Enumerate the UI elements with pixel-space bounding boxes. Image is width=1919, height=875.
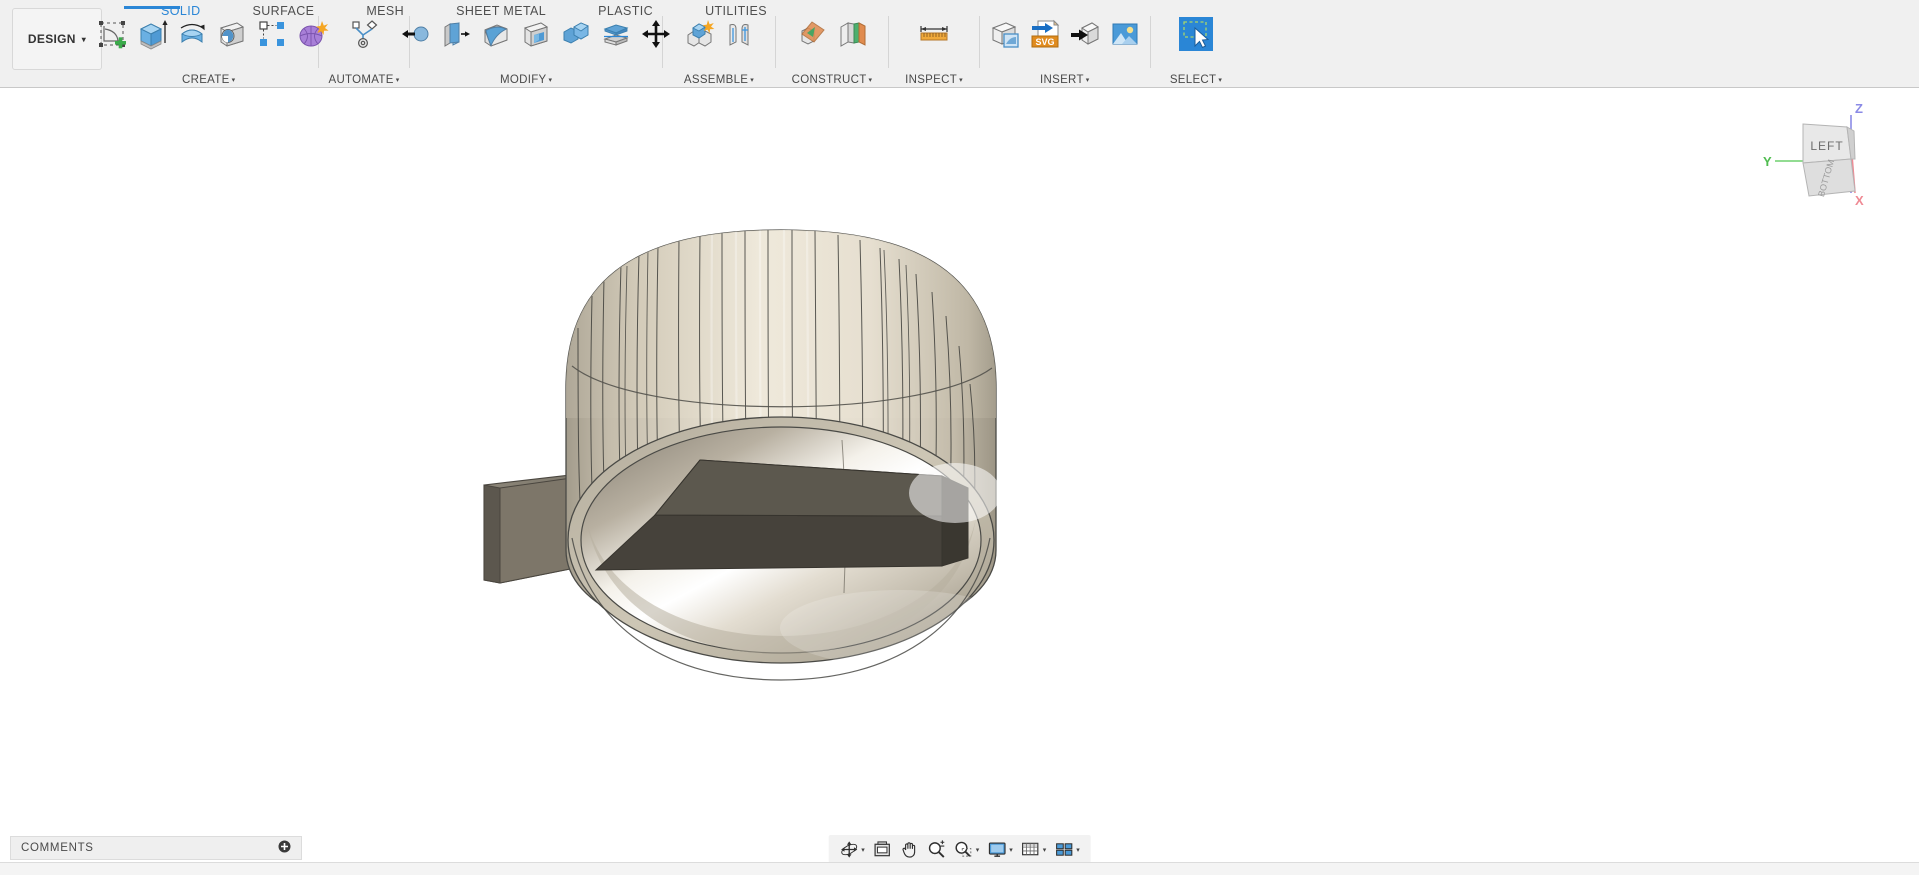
workspace-switcher-label: DESIGN — [27, 32, 76, 46]
axis-label-z: Z — [1855, 101, 1863, 116]
chevron-down-icon: ▾ — [81, 34, 87, 44]
panel-divider — [1150, 16, 1151, 68]
rectangular-pattern-icon[interactable] — [253, 14, 291, 54]
panel-modify: MODIFY ▾ — [402, 14, 670, 86]
display-settings-button[interactable]: ▾ — [984, 837, 1016, 861]
joint-icon[interactable] — [720, 14, 758, 54]
display-settings-icon — [988, 841, 1006, 857]
shell-icon[interactable] — [517, 14, 555, 54]
zoom-button[interactable] — [924, 837, 949, 861]
panel-insert: SVG INSERT ▾ — [986, 14, 1144, 86]
model-dome-shading — [566, 230, 996, 418]
axis-label-x: X — [1855, 193, 1864, 208]
press-pull-icon[interactable] — [397, 14, 435, 54]
fit-icon — [955, 841, 972, 857]
viewports-button[interactable]: ▾ — [1051, 837, 1083, 861]
viewport-canvas[interactable]: Z Y X LEFT BOTTOM — [0, 88, 1919, 850]
fillet-icon[interactable] — [477, 14, 515, 54]
chevron-down-icon: ▾ — [959, 77, 963, 84]
grid-snaps-button[interactable]: ▾ — [1018, 837, 1050, 861]
zoom-icon — [928, 839, 945, 858]
grid-snaps-icon — [1022, 842, 1039, 855]
panel-divider — [775, 16, 776, 68]
chevron-down-icon[interactable]: ▾ — [861, 846, 865, 854]
create-sketch-icon[interactable] — [93, 14, 131, 54]
insert-svg-icon[interactable]: SVG — [1026, 14, 1064, 54]
view-cube[interactable]: Z Y X LEFT BOTTOM — [1751, 93, 1891, 213]
panel-create: CREATE ▾ — [99, 6, 329, 86]
model-specular-highlight — [909, 463, 1001, 523]
measure-icon[interactable] — [915, 14, 953, 54]
chevron-down-icon: ▾ — [868, 77, 873, 84]
panel-inspect: INSPECT ▾ — [895, 14, 973, 86]
select-window-icon[interactable] — [1176, 14, 1216, 54]
chevron-down-icon: ▾ — [548, 77, 553, 84]
panel-modify-label[interactable]: MODIFY ▾ — [500, 74, 552, 86]
chevron-down-icon: ▾ — [750, 77, 755, 84]
decal-icon[interactable] — [1106, 14, 1144, 54]
panel-create-label[interactable]: CREATE ▾ — [182, 74, 235, 86]
look-at-icon — [874, 840, 890, 856]
chevron-down-icon[interactable]: ▾ — [976, 846, 980, 854]
automate-icon[interactable] — [345, 14, 383, 54]
panel-insert-label[interactable]: INSERT ▾ — [1040, 74, 1090, 86]
panel-divider — [888, 16, 889, 68]
active-tab-underline — [124, 6, 180, 9]
panel-construct-label[interactable]: CONSTRUCT ▾ — [792, 74, 873, 86]
combine-icon[interactable] — [557, 14, 595, 54]
insert-mesh-icon[interactable] — [1066, 14, 1104, 54]
panel-inspect-label[interactable]: INSPECT ▾ — [905, 74, 963, 86]
hole-icon[interactable] — [213, 14, 251, 54]
panel-assemble: ASSEMBLE ▾ — [669, 14, 769, 86]
revolve-icon[interactable] — [173, 14, 211, 54]
status-bar — [0, 862, 1919, 875]
split-body-icon[interactable] — [597, 14, 635, 54]
pan-button[interactable] — [897, 837, 922, 861]
fit-button[interactable]: ▾ — [951, 837, 983, 861]
add-comment-icon[interactable] — [278, 840, 291, 856]
svg-text:SVG: SVG — [1035, 37, 1054, 47]
panel-divider — [979, 16, 980, 68]
orbit-button[interactable]: ▾ — [836, 837, 868, 861]
comments-bar[interactable]: COMMENTS — [10, 836, 302, 860]
chevron-down-icon: ▾ — [231, 77, 236, 84]
model-render — [483, 229, 1020, 681]
extrude-icon[interactable] — [133, 14, 171, 54]
new-component-icon[interactable] — [680, 14, 718, 54]
viewports-icon — [1055, 842, 1072, 856]
offset-face-icon[interactable] — [437, 14, 475, 54]
pan-icon — [902, 841, 916, 858]
workspace-switcher-button[interactable]: DESIGN ▾ — [12, 8, 102, 70]
panel-automate: AUTOMATE ▾ — [325, 14, 403, 86]
orbit-icon — [840, 840, 857, 858]
chevron-down-icon: ▾ — [1218, 77, 1223, 84]
panel-select-label[interactable]: SELECT ▾ — [1170, 74, 1222, 86]
panel-assemble-label[interactable]: ASSEMBLE ▾ — [684, 74, 754, 86]
chevron-down-icon: ▾ — [395, 77, 400, 84]
panel-construct: CONSTRUCT ▾ — [782, 14, 882, 86]
comments-title: COMMENTS — [21, 842, 94, 854]
navigation-bar[interactable]: ▾ ▾ ▾ ▾ ▾ — [828, 835, 1091, 863]
plane-along-path-icon[interactable] — [833, 14, 871, 54]
chevron-down-icon[interactable]: ▾ — [1009, 846, 1013, 854]
ribbon-panels: CREATE ▾ AUTOMATE ▾ MODIFY ▾ ASSEMBLE ▾ … — [99, 6, 1235, 86]
panel-automate-label[interactable]: AUTOMATE ▾ — [328, 74, 399, 86]
chevron-down-icon: ▾ — [1085, 77, 1090, 84]
viewcube-face-label: LEFT — [1810, 139, 1843, 153]
chevron-down-icon[interactable]: ▾ — [1076, 846, 1080, 854]
ribbon: SOLID SURFACE MESH SHEET METAL PLASTIC U… — [0, 0, 1919, 88]
chevron-down-icon[interactable]: ▾ — [1043, 846, 1047, 854]
offset-plane-icon[interactable] — [793, 14, 831, 54]
panel-select: SELECT ▾ — [1157, 14, 1235, 86]
look-at-button[interactable] — [870, 837, 895, 861]
insert-derive-icon[interactable] — [986, 14, 1024, 54]
axis-label-y: Y — [1763, 154, 1772, 169]
